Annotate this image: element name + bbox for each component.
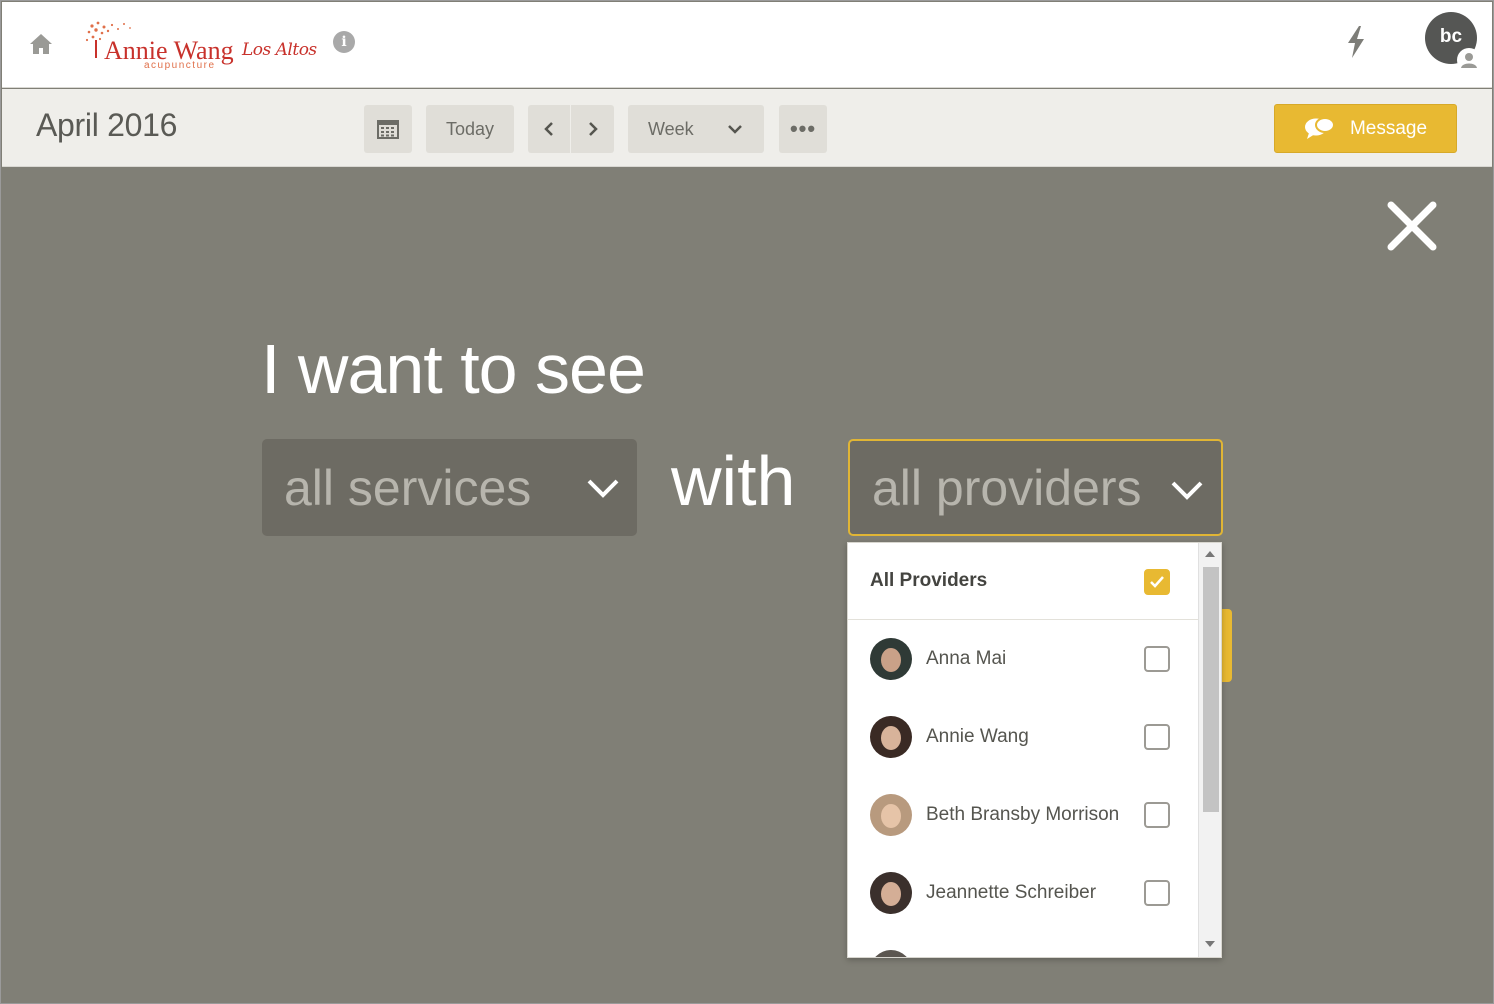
providers-select[interactable]: all providers [848,439,1223,536]
logo-tagline: acupuncture [144,60,216,71]
message-button[interactable]: Message [1274,104,1457,153]
all-providers-label: All Providers [870,570,988,591]
submit-button-edge[interactable] [1221,609,1232,682]
provider-option[interactable]: Jeannette Schreiber [848,854,1198,932]
message-button-label: Message [1349,117,1428,139]
provider-checkbox[interactable] [1144,646,1170,672]
info-icon[interactable]: i [333,31,355,53]
provider-option[interactable]: Anna Mai [848,620,1198,698]
all-providers-checkbox[interactable] [1144,569,1170,595]
chevron-down-icon [728,125,742,134]
view-select[interactable]: Week [628,105,764,153]
scroll-up-arrow-icon[interactable] [1205,551,1215,557]
provider-option-partial[interactable] [848,932,1198,957]
next-button[interactable] [571,105,614,153]
today-button[interactable]: Today [426,105,514,153]
business-logo[interactable]: Annie Wang Los Altos acupuncture [84,20,324,72]
provider-photo [870,716,912,758]
provider-photo [870,794,912,836]
view-select-value: Week [648,118,694,139]
provider-photo [870,950,912,957]
provider-photo [870,638,912,680]
calendar-picker-button[interactable] [364,105,412,153]
provider-name: Jeannette Schreiber [926,882,1097,903]
provider-checkbox[interactable] [1144,880,1170,906]
scroll-down-arrow-icon[interactable] [1205,941,1215,947]
chevron-left-icon [544,122,553,136]
providers-select-value: all providers [872,459,1142,516]
app-window: Annie Wang Los Altos acupuncture i bc Ap… [0,0,1494,1004]
provider-option[interactable]: Annie Wang [848,698,1198,776]
chevron-down-icon [587,479,619,498]
providers-list: All Providers Anna Mai Annie Wang Beth B… [848,543,1198,957]
provider-photo [870,872,912,914]
previous-button[interactable] [528,105,570,153]
provider-name: Annie Wang [926,726,1029,747]
provider-name: Beth Bransby Morrison [926,804,1120,825]
more-options-button[interactable]: ••• [779,105,827,153]
chevron-right-icon [588,122,598,136]
scroll-thumb[interactable] [1203,567,1219,812]
chat-bubbles-icon [1304,116,1335,139]
checkmark-icon [1150,576,1164,588]
logo-location: Los Altos [242,40,317,60]
provider-name: Anna Mai [926,648,1007,669]
services-select-value: all services [284,459,532,516]
month-title: April 2016 [36,107,178,143]
close-icon[interactable] [1385,199,1439,253]
provider-option[interactable]: Beth Bransby Morrison [848,776,1198,854]
with-connector-text: with [671,442,796,520]
home-icon[interactable] [28,32,54,56]
top-header: Annie Wang Los Altos acupuncture i bc [2,2,1492,88]
provider-checkbox[interactable] [1144,802,1170,828]
lightning-bolt-icon[interactable] [1342,24,1370,60]
calendar-icon [377,120,399,139]
calendar-toolbar: April 2016 Today Week ••• Message [2,89,1492,167]
providers-dropdown: All Providers Anna Mai Annie Wang Beth B… [847,542,1222,958]
filter-headline: I want to see [261,330,646,408]
user-profile-icon[interactable] [1457,48,1481,72]
provider-checkbox[interactable] [1144,724,1170,750]
services-select[interactable]: all services [262,439,637,536]
all-providers-option[interactable]: All Providers [848,543,1198,620]
chevron-down-icon [1171,481,1203,500]
dropdown-scrollbar[interactable] [1198,543,1221,957]
